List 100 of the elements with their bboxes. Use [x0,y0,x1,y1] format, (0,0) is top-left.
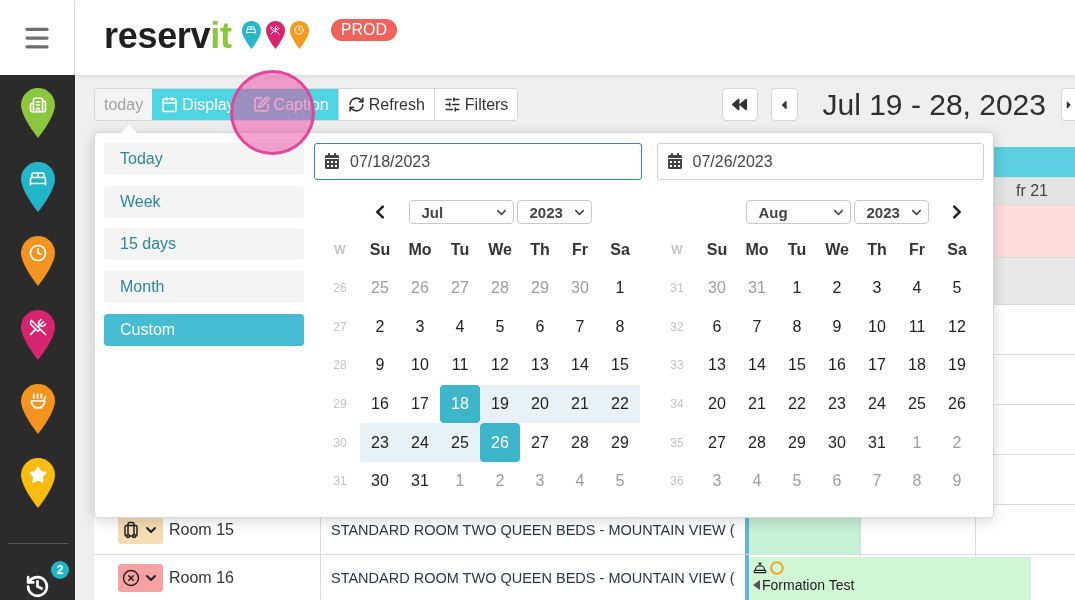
previous-page-button[interactable] [770,88,798,121]
weekday-label: We [824,240,850,260]
day-cell[interactable]: 7 [560,307,600,347]
day-cell[interactable]: 23 [817,384,857,424]
day-cell[interactable]: 25 [897,384,937,424]
day-cell[interactable]: 11 [440,346,480,385]
day-cell[interactable]: 27 [697,423,737,462]
week-number: 36 [669,473,685,491]
day-cell[interactable]: 20 [697,384,737,424]
day-cell[interactable]: 1 [600,269,640,308]
x-circle-icon [122,568,140,587]
clock-pin-icon[interactable] [20,236,55,286]
day-cell[interactable]: 5 [937,269,977,308]
day-cell[interactable]: 1 [777,269,817,308]
history-icon[interactable] [25,574,50,599]
day-cell[interactable]: 17 [857,346,897,385]
day-cell[interactable]: 14 [737,346,777,385]
day-cell[interactable]: 25 [440,423,480,462]
end-date-field[interactable]: 07/26/2023 [656,143,984,180]
day-cell[interactable]: 19 [480,384,520,424]
day-cell[interactable]: 6 [520,307,560,347]
day-cell[interactable]: 10 [400,346,440,385]
day-cell[interactable]: 31 [857,423,897,462]
day-cell[interactable]: 12 [480,346,520,385]
month-select[interactable]: Aug [745,200,851,224]
month-select[interactable]: Jul [408,200,514,224]
first-page-button[interactable] [721,88,758,121]
week-column-label: W [670,242,684,259]
day-cell[interactable]: 4 [440,307,480,347]
booking-bar[interactable]: Formation Test [749,557,1031,600]
day-cell[interactable]: 23 [360,423,400,462]
weekday-label: Sa [609,240,631,260]
day-cell[interactable]: 24 [857,384,897,424]
range-preset[interactable]: Week [104,185,304,218]
week-number: 28 [332,357,348,375]
toolbar-button[interactable]: Filters [433,89,518,120]
year-select[interactable]: 2023 [853,200,929,224]
day-cell[interactable]: 9 [817,307,857,347]
day-cell[interactable]: 6 [697,307,737,347]
day-cell[interactable]: 19 [937,346,977,385]
day-cell[interactable]: 10 [857,307,897,347]
year-select[interactable]: 2023 [516,200,592,224]
day-cell[interactable]: 13 [697,346,737,385]
day-cell[interactable]: 31 [400,461,440,501]
weekday-label: Th [529,240,551,260]
day-cell[interactable]: 7 [737,307,777,347]
day-cell[interactable]: 22 [600,384,640,424]
day-cell[interactable]: 9 [360,346,400,385]
star-pin-icon[interactable] [20,458,55,508]
day-cell[interactable]: 2 [360,307,400,347]
room-status-button[interactable] [118,563,163,592]
day-cell[interactable]: 28 [560,423,600,462]
building-pin-icon[interactable] [20,88,55,138]
logo-wordmark: reservit [104,17,232,54]
day-cell[interactable]: 17 [400,384,440,424]
weekday-label: Mo [407,240,433,260]
day-cell[interactable]: 21 [737,384,777,424]
cutlery-pin-icon[interactable] [20,310,55,360]
range-preset[interactable]: Today [104,143,304,175]
day-cell[interactable]: 28 [737,423,777,462]
day-cell[interactable]: 12 [937,307,977,347]
day-cell[interactable]: 15 [600,346,640,385]
next-page-button[interactable] [1061,88,1075,121]
day-cell[interactable]: 14 [560,346,600,385]
day-cell[interactable]: 5 [480,307,520,347]
week-number: 30 [332,434,348,452]
day-cell[interactable]: 8 [777,307,817,347]
day-cell[interactable]: 22 [777,384,817,424]
day-cell[interactable]: 11 [897,307,937,347]
range-preset[interactable]: 15 days [104,228,304,261]
bowl-pin-icon[interactable] [20,384,55,434]
day-cell[interactable]: 26 [937,384,977,424]
booking-label: Formation Test [762,577,855,593]
day-cell[interactable]: 30 [360,461,400,501]
day-cell[interactable]: 16 [360,384,400,424]
day-cell[interactable]: 13 [520,346,560,385]
day-cell[interactable]: 3 [400,307,440,347]
day-cell[interactable]: 29 [600,423,640,462]
day-cell[interactable]: 8 [600,307,640,347]
week-number: 27 [332,318,348,336]
day-cell[interactable]: 29 [777,423,817,462]
week-number: 32 [669,318,685,336]
day-cell[interactable]: 16 [817,346,857,385]
edit-icon [252,96,270,113]
rewind-icon [732,97,747,112]
day-cell[interactable]: 3 [857,269,897,308]
bed-pin-icon[interactable] [20,162,55,212]
day-cell[interactable]: 18 [897,346,937,385]
day-cell[interactable]: 30 [817,423,857,462]
day-cell[interactable]: 15 [777,346,817,385]
day-cell[interactable]: 4 [897,269,937,308]
week-column-label: W [333,242,347,259]
day-cell[interactable]: 2 [817,269,857,308]
start-date-field[interactable]: 07/18/2023 [314,143,642,180]
day-cell[interactable]: 20 [520,384,560,424]
day-cell[interactable]: 24 [400,423,440,462]
range-preset[interactable]: Month [104,271,304,304]
day-cell[interactable]: 27 [520,423,560,462]
sliders-icon [443,96,461,113]
day-cell[interactable]: 21 [560,384,600,424]
